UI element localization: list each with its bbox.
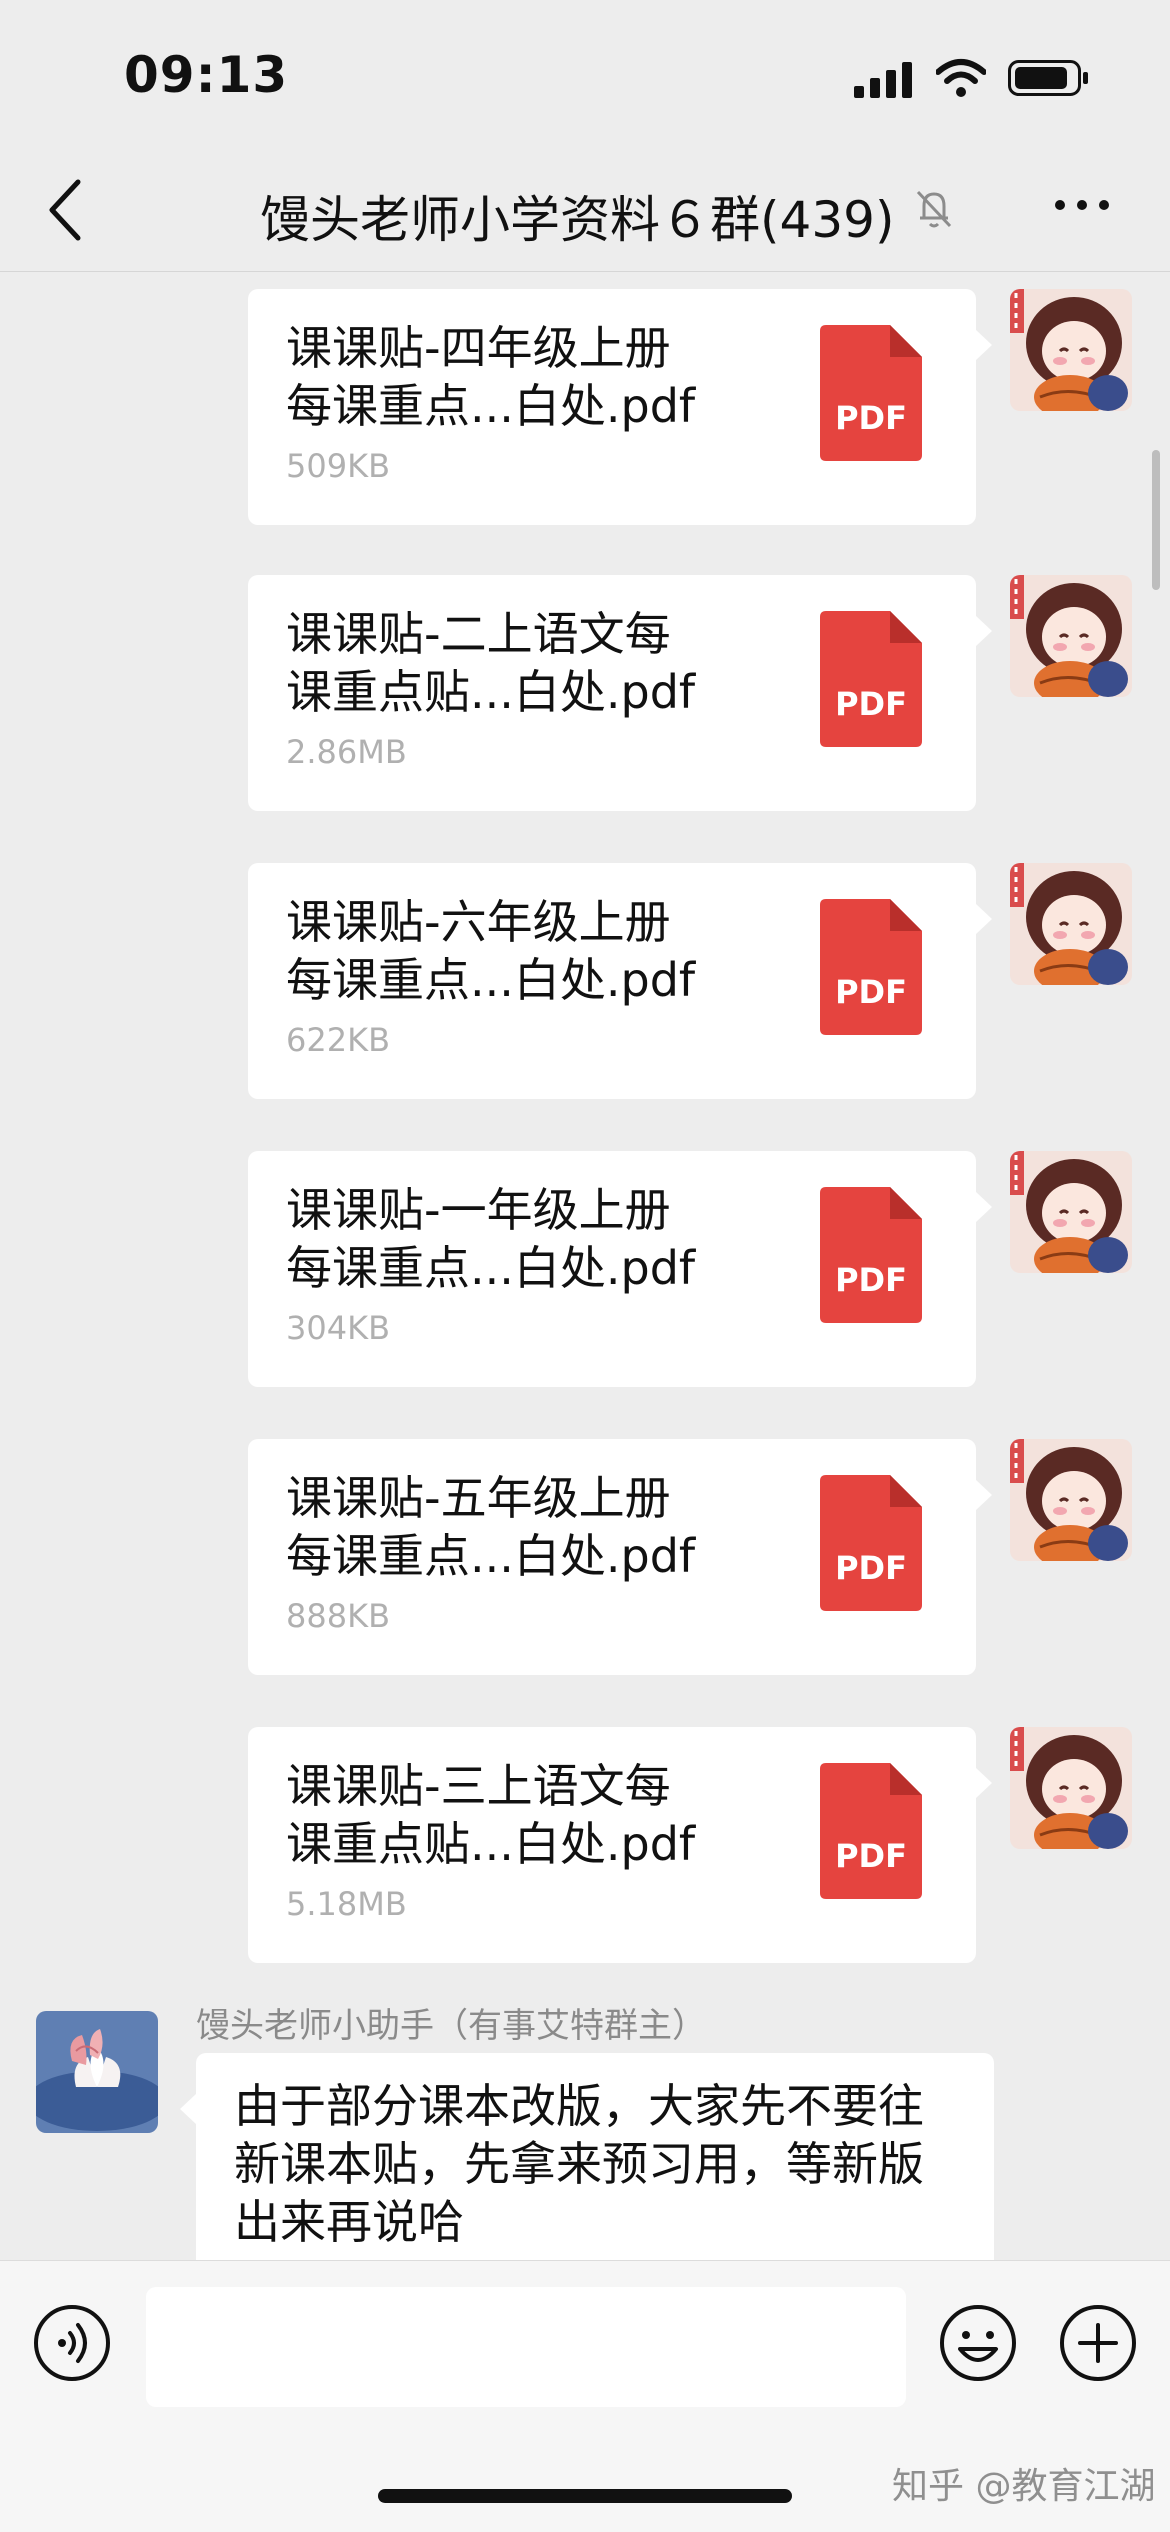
pdf-file-icon: PDF — [820, 611, 922, 747]
message-list[interactable]: 课课贴-四年级上册 每课重点...白处.pdf 509KB PDF 课课贴-二上… — [0, 273, 1170, 2260]
message-input[interactable] — [146, 2287, 906, 2407]
pdf-label: PDF — [835, 685, 907, 723]
pdf-file-icon: PDF — [820, 1187, 922, 1323]
input-bar: 知乎 @教育江湖 — [0, 2260, 1170, 2532]
bell-slash-icon — [916, 190, 952, 228]
plus-button[interactable] — [1058, 2303, 1138, 2383]
file-name: 课课贴-二上语文每 课重点贴...白处.pdf — [286, 607, 696, 719]
avatar[interactable] — [1010, 1151, 1132, 1273]
status-bar: 09:13 — [0, 0, 1170, 150]
more-button[interactable] — [1050, 190, 1114, 220]
pdf-file-icon: PDF — [820, 1763, 922, 1899]
pdf-file-icon: PDF — [820, 325, 922, 461]
avatar[interactable] — [1010, 863, 1132, 985]
file-bubble[interactable]: 课课贴-三上语文每 课重点贴...白处.pdf 5.18MB PDF — [248, 1727, 992, 1963]
file-name: 课课贴-六年级上册 每课重点...白处.pdf — [286, 895, 696, 1007]
signal-icon — [854, 62, 912, 98]
avatar[interactable] — [1010, 575, 1132, 697]
file-message: 课课贴-二上语文每 课重点贴...白处.pdf 2.86MB PDF — [0, 559, 1170, 811]
pdf-label: PDF — [835, 1837, 907, 1875]
wifi-icon — [936, 59, 986, 97]
file-name: 课课贴-一年级上册 每课重点...白处.pdf — [286, 1183, 696, 1295]
message-text: 由于部分课本改版，大家先不要往新课本贴，先拿来预习用，等新版出来再说哈 — [234, 2079, 924, 2249]
file-bubble[interactable]: 课课贴-五年级上册 每课重点...白处.pdf 888KB PDF — [248, 1439, 992, 1675]
pdf-label: PDF — [835, 1261, 907, 1299]
emoji-button[interactable] — [938, 2303, 1018, 2383]
file-message: 课课贴-六年级上册 每课重点...白处.pdf 622KB PDF — [0, 847, 1170, 1099]
file-name: 课课贴-三上语文每 课重点贴...白处.pdf — [286, 1759, 696, 1871]
file-message: 课课贴-一年级上册 每课重点...白处.pdf 304KB PDF — [0, 1135, 1170, 1387]
chat-screen: 09:13 馒头老师小学资料６群(439) 课课贴-四年级上册 每课重点...白… — [0, 0, 1170, 2532]
file-message: 课课贴-五年级上册 每课重点...白处.pdf 888KB PDF — [0, 1423, 1170, 1675]
home-indicator[interactable] — [378, 2489, 792, 2503]
pdf-label: PDF — [835, 973, 907, 1011]
avatar[interactable] — [1010, 289, 1132, 411]
pdf-file-icon: PDF — [820, 899, 922, 1035]
pdf-file-icon: PDF — [820, 1475, 922, 1611]
battery-icon — [1008, 60, 1088, 96]
file-size: 509KB — [286, 447, 391, 485]
file-bubble[interactable]: 课课贴-四年级上册 每课重点...白处.pdf 509KB PDF — [248, 289, 992, 525]
avatar[interactable] — [1010, 1727, 1132, 1849]
file-name: 课课贴-五年级上册 每课重点...白处.pdf — [286, 1471, 696, 1583]
sender-avatar[interactable] — [36, 2011, 158, 2133]
file-bubble[interactable]: 课课贴-一年级上册 每课重点...白处.pdf 304KB PDF — [248, 1151, 992, 1387]
file-name: 课课贴-四年级上册 每课重点...白处.pdf — [286, 321, 696, 433]
back-button[interactable] — [42, 174, 88, 246]
scrollbar[interactable] — [1152, 450, 1160, 590]
pdf-label: PDF — [835, 399, 907, 437]
file-message: 课课贴-四年级上册 每课重点...白处.pdf 509KB PDF — [0, 273, 1170, 525]
file-size: 622KB — [286, 1021, 391, 1059]
file-size: 888KB — [286, 1597, 391, 1635]
text-bubble[interactable]: 由于部分课本改版，大家先不要往新课本贴，先拿来预习用，等新版出来再说哈 — [180, 2053, 994, 2260]
file-bubble[interactable]: 课课贴-六年级上册 每课重点...白处.pdf 622KB PDF — [248, 863, 992, 1099]
status-time: 09:13 — [124, 46, 289, 104]
avatar[interactable] — [1010, 1439, 1132, 1561]
pdf-label: PDF — [835, 1549, 907, 1587]
file-bubble[interactable]: 课课贴-二上语文每 课重点贴...白处.pdf 2.86MB PDF — [248, 575, 992, 811]
file-message: 课课贴-三上语文每 课重点贴...白处.pdf 5.18MB PDF — [0, 1711, 1170, 1963]
nav-bar: 馒头老师小学资料６群(439) — [0, 150, 1170, 272]
chat-title: 馒头老师小学资料６群(439) — [260, 191, 895, 249]
sender-name: 馒头老师小助手（有事艾特群主） — [196, 2006, 706, 2046]
voice-button[interactable] — [32, 2303, 112, 2383]
file-size: 2.86MB — [286, 733, 407, 771]
file-size: 304KB — [286, 1309, 391, 1347]
file-size: 5.18MB — [286, 1885, 407, 1923]
watermark: 知乎 @教育江湖 — [892, 2466, 1156, 2507]
